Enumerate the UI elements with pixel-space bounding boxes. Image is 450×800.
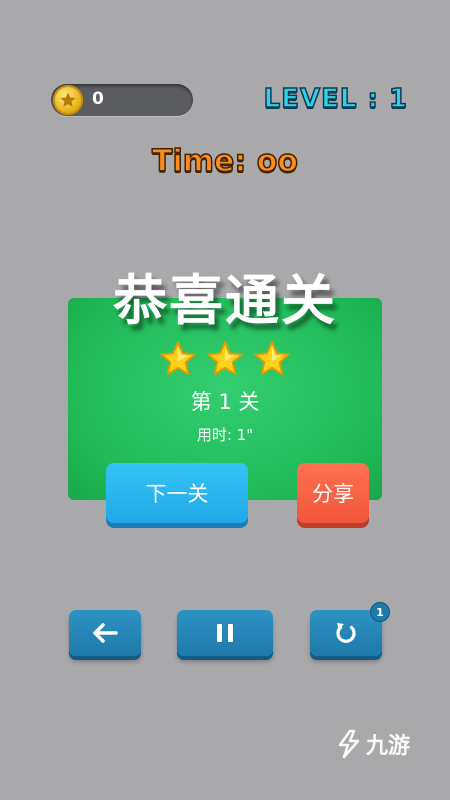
coin-counter: 0 [51,84,193,116]
logo-icon [338,729,360,759]
back-button[interactable] [69,610,141,656]
watermark-logo: 九游 [336,728,410,760]
level-label: LEVEL : 1 [263,83,408,115]
star-icon [254,341,290,375]
restart-count-badge: 1 [370,602,390,622]
star-icon [207,341,243,375]
watermark-text: 九游 [365,734,410,759]
next-level-button[interactable]: 下一关 [106,463,248,523]
timer-label: Time: oo [151,143,299,180]
stage-label: 第 1 关 [190,390,260,414]
star-icon [160,341,196,375]
arrow-left-icon [93,623,118,643]
pause-icon [217,624,233,642]
share-button[interactable]: 分享 [297,463,369,523]
restart-icon [336,623,356,643]
star-rating [0,340,450,382]
level-complete-title: 恭喜通关 [113,269,337,332]
pause-button[interactable] [177,610,273,656]
time-used-label: 用时: 1" [196,426,254,444]
restart-button[interactable]: 1 [310,602,390,656]
coin-count: 0 [92,89,104,109]
coin-icon [53,85,83,115]
